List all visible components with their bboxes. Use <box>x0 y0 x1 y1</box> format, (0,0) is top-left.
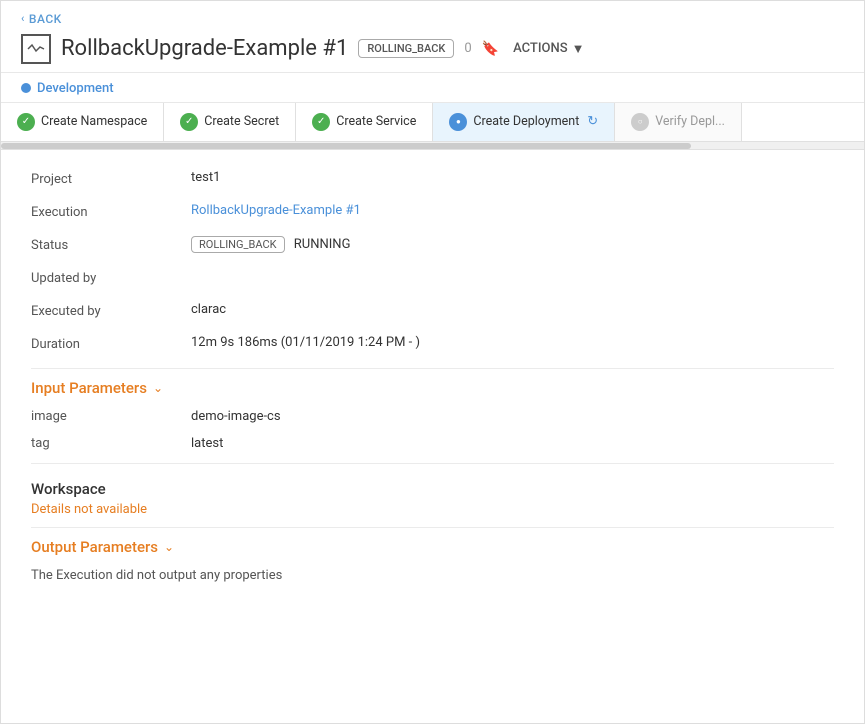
header-status-badge: ROLLING_BACK <box>358 39 454 58</box>
updated-by-row: Updated by <box>31 269 834 286</box>
details-section: Project test1 Execution RollbackUpgrade-… <box>1 150 864 603</box>
run-count: 0 <box>464 41 471 56</box>
stage-pending-icon-verify-deployment: ○ <box>631 113 649 131</box>
status-badge: ROLLING_BACK <box>191 236 285 253</box>
back-chevron-icon: ‹ <box>21 12 25 25</box>
actions-label: ACTIONS <box>513 41 567 56</box>
project-label: Project <box>31 170 191 187</box>
input-params-title: Input Parameters <box>31 379 147 397</box>
env-name: Development <box>37 81 114 96</box>
stage-label-create-service: Create Service <box>336 114 416 129</box>
env-bar: Development <box>1 73 864 102</box>
project-value: test1 <box>191 170 834 185</box>
workspace-title: Workspace <box>31 480 834 498</box>
stage-label-verify-deployment: Verify Depl... <box>655 114 725 129</box>
workspace-subtitle: Details not available <box>31 502 834 517</box>
execution-label: Execution <box>31 203 191 220</box>
actions-chevron-icon: ▼ <box>572 41 585 57</box>
stage-label-create-secret: Create Secret <box>204 114 279 129</box>
output-note: The Execution did not output any propert… <box>31 568 834 583</box>
stage-create-namespace[interactable]: ✓ Create Namespace <box>1 103 164 141</box>
scroll-thumb <box>1 143 691 149</box>
stage-check-icon-create-secret: ✓ <box>180 113 198 131</box>
param-label-image: image <box>31 409 191 424</box>
page-title: RollbackUpgrade-Example #1 <box>61 36 348 61</box>
tag-icon: 🔖 <box>482 41 499 57</box>
stage-label-create-namespace: Create Namespace <box>41 114 147 129</box>
executed-by-label: Executed by <box>31 302 191 319</box>
executed-by-value: clarac <box>191 302 834 317</box>
back-label: BACK <box>29 12 62 26</box>
output-params-title: Output Parameters <box>31 538 158 556</box>
project-row: Project test1 <box>31 170 834 187</box>
header: ‹ BACK RollbackUpgrade-Example #1 ROLLIN… <box>1 1 864 73</box>
execution-value[interactable]: RollbackUpgrade-Example #1 <box>191 203 834 218</box>
executed-by-row: Executed by clarac <box>31 302 834 319</box>
divider-3 <box>31 527 834 528</box>
divider-2 <box>31 463 834 464</box>
param-value-image: demo-image-cs <box>191 409 281 424</box>
input-params-header[interactable]: Input Parameters ⌄ <box>31 379 834 397</box>
stage-check-icon-create-namespace: ✓ <box>17 113 35 131</box>
execution-row: Execution RollbackUpgrade-Example #1 <box>31 203 834 220</box>
stage-refresh-icon: ↻ <box>587 114 598 129</box>
duration-row: Duration 12m 9s 186ms (01/11/2019 1:24 P… <box>31 335 834 352</box>
param-label-tag: tag <box>31 436 191 451</box>
duration-label: Duration <box>31 335 191 352</box>
back-button[interactable]: ‹ BACK <box>21 12 62 26</box>
input-params-list: image demo-image-cs tag latest <box>31 409 834 451</box>
input-params-chevron-icon: ⌄ <box>153 381 163 395</box>
stage-check-icon-create-service: ✓ <box>312 113 330 131</box>
duration-value: 12m 9s 186ms (01/11/2019 1:24 PM - ) <box>191 335 834 350</box>
actions-button[interactable]: ACTIONS ▼ <box>513 41 584 57</box>
title-row: RollbackUpgrade-Example #1 ROLLING_BACK … <box>21 34 844 64</box>
status-value: ROLLING_BACK RUNNING <box>191 236 834 253</box>
param-row-image: image demo-image-cs <box>31 409 834 424</box>
env-dot <box>21 83 31 93</box>
updated-by-label: Updated by <box>31 269 191 286</box>
stages-row: ✓ Create Namespace ✓ Create Secret ✓ Cre… <box>1 102 864 141</box>
output-section: Output Parameters ⌄ The Execution did no… <box>31 538 834 583</box>
param-row-tag: tag latest <box>31 436 834 451</box>
stage-create-secret[interactable]: ✓ Create Secret <box>164 103 296 141</box>
output-params-header[interactable]: Output Parameters ⌄ <box>31 538 834 556</box>
stage-label-create-deployment: Create Deployment <box>473 114 579 129</box>
output-params-chevron-icon: ⌄ <box>164 540 174 554</box>
stage-verify-deployment[interactable]: ○ Verify Depl... <box>615 103 742 141</box>
pipeline-strip: Development ✓ Create Namespace ✓ Create … <box>1 73 864 142</box>
status-label: Status <box>31 236 191 253</box>
stage-create-service[interactable]: ✓ Create Service <box>296 103 433 141</box>
status-row: Status ROLLING_BACK RUNNING <box>31 236 834 253</box>
divider-1 <box>31 368 834 369</box>
param-value-tag: latest <box>191 436 223 451</box>
status-text: RUNNING <box>294 237 351 252</box>
workspace-section: Workspace Details not available <box>31 474 834 517</box>
stage-create-deployment[interactable]: ● Create Deployment ↻ <box>433 103 615 141</box>
workflow-icon <box>21 34 51 64</box>
horizontal-scrollbar[interactable] <box>1 142 864 150</box>
stage-active-icon-create-deployment: ● <box>449 113 467 131</box>
